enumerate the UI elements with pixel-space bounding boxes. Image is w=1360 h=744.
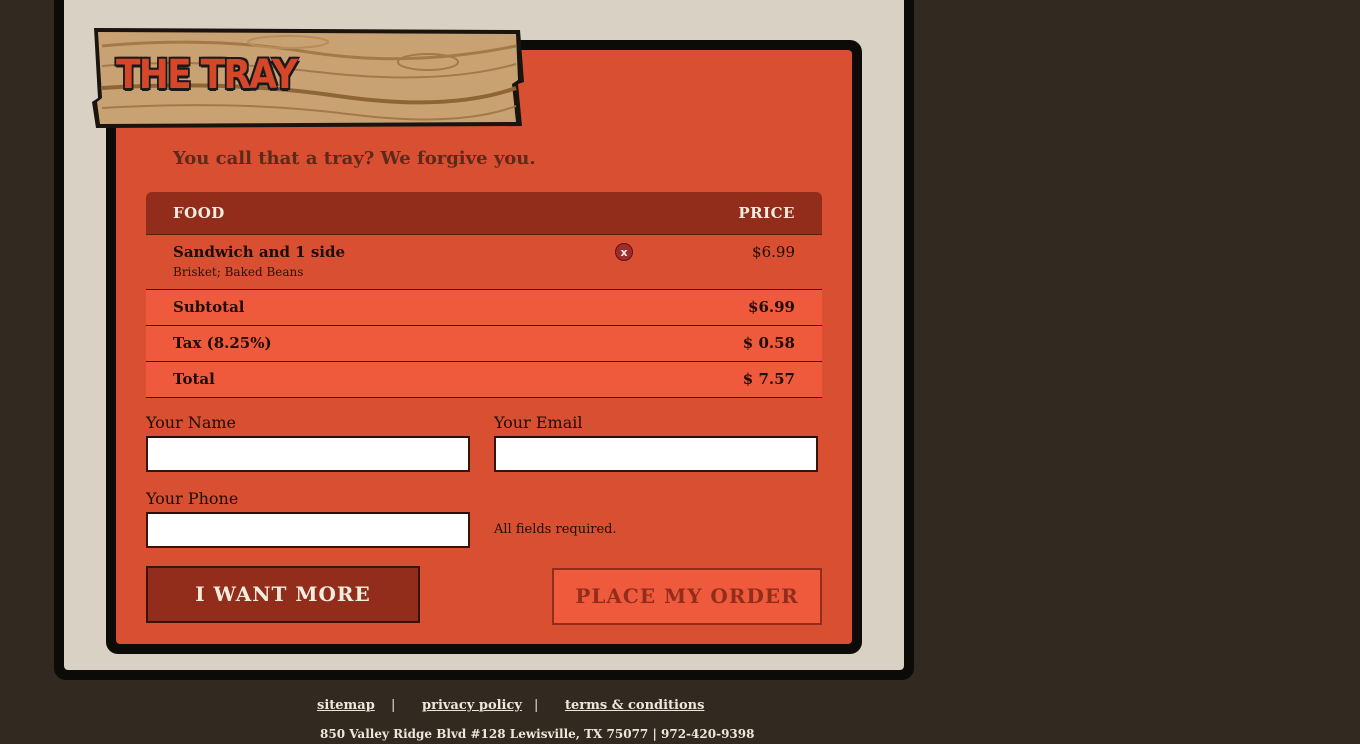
- want-more-button[interactable]: I WANT MORE: [146, 566, 420, 623]
- column-header-price: PRICE: [738, 204, 795, 222]
- footer-link-privacy[interactable]: privacy policy: [422, 698, 522, 713]
- total-row: Total $ 7.57: [146, 362, 822, 398]
- subtotal-row: Subtotal $6.99: [146, 290, 822, 326]
- table-header: FOOD PRICE: [146, 192, 822, 235]
- name-label: Your Name: [146, 413, 237, 432]
- phone-field[interactable]: [146, 512, 470, 548]
- footer-links: sitemap | privacy policy | terms & condi…: [0, 698, 1000, 718]
- footer-address: 850 Valley Ridge Blvd #128 Lewisville, T…: [320, 727, 755, 741]
- email-label: Your Email: [494, 413, 583, 432]
- tax-label: Tax (8.25%): [173, 334, 272, 352]
- total-value: $ 7.57: [742, 370, 795, 388]
- footer-link-sitemap[interactable]: sitemap: [317, 698, 375, 713]
- item-name: Sandwich and 1 side: [173, 243, 345, 261]
- subtotal-value: $6.99: [748, 298, 795, 316]
- subtotal-label: Subtotal: [173, 298, 245, 316]
- footer-link-terms[interactable]: terms & conditions: [565, 698, 704, 713]
- item-description: Brisket; Baked Beans: [173, 265, 304, 279]
- place-order-button[interactable]: PLACE MY ORDER: [552, 568, 822, 625]
- tax-row: Tax (8.25%) $ 0.58: [146, 326, 822, 362]
- table-row: Sandwich and 1 side Brisket; Baked Beans…: [146, 235, 822, 290]
- page-title: THE TRAY: [116, 52, 298, 98]
- email-field[interactable]: [494, 436, 818, 472]
- name-field[interactable]: [146, 436, 470, 472]
- column-header-food: FOOD: [173, 204, 225, 222]
- phone-label: Your Phone: [146, 489, 239, 508]
- total-label: Total: [173, 370, 215, 388]
- tax-value: $ 0.58: [742, 334, 795, 352]
- wooden-sign: THE TRAY: [88, 22, 528, 134]
- required-note: All fields required.: [494, 522, 617, 537]
- item-price: $6.99: [752, 243, 795, 261]
- footer-separator: |: [391, 698, 396, 713]
- remove-item-button[interactable]: x: [615, 243, 633, 261]
- footer-separator: |: [534, 698, 539, 713]
- tray-tagline: You call that a tray? We forgive you.: [173, 148, 536, 169]
